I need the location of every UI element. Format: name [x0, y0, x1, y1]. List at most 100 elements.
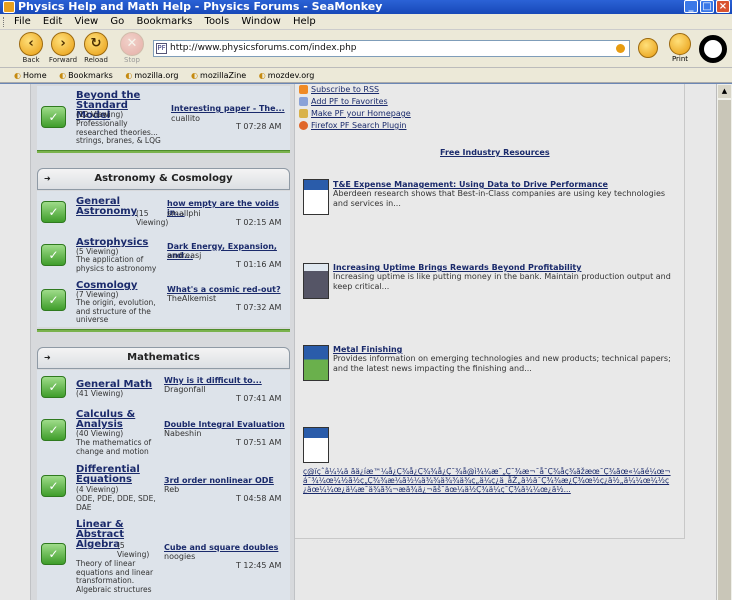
last-post-user[interactable]: cuallito — [171, 114, 200, 123]
resource-thumbnail[interactable] — [303, 427, 329, 463]
last-post-link[interactable]: What's a cosmic red-out? — [167, 285, 281, 294]
resource-title[interactable]: Metal Finishing — [333, 345, 402, 354]
last-post-link[interactable]: Interesting paper - The... — [171, 104, 285, 113]
last-post-link[interactable]: Cube and square doubles — [164, 543, 278, 552]
menu-tools[interactable]: Tools — [205, 16, 230, 27]
forum-row: ✓ Cosmology (7 Viewing) The origin, evol… — [37, 279, 290, 327]
last-post-user[interactable]: andreasj — [167, 251, 201, 260]
bookmark-mozillazine[interactable]: mozillaZine — [191, 71, 246, 80]
forum-viewing: (15 Viewing) — [136, 209, 169, 227]
resource-thumbnail[interactable] — [303, 179, 329, 215]
search-button[interactable] — [638, 38, 658, 58]
throbber-icon[interactable] — [699, 35, 727, 63]
resource-description: Increasing uptime is like putting money … — [333, 272, 671, 291]
collapse-toggle-icon[interactable]: ➜ — [44, 348, 51, 368]
forum-viewing: (5 Viewing) — [117, 541, 150, 559]
printer-icon — [669, 33, 691, 55]
close-button[interactable]: × — [716, 0, 730, 13]
print-button[interactable]: Print — [665, 33, 695, 63]
vertical-scrollbar[interactable]: ▲ — [716, 84, 732, 600]
garbled-resource-text[interactable]: ç@ïçˆâ¼¼ä ãä¿íæ™¼å¿Ç¾å¿Ç¾¾å¿Ç¯¾å@ì¾¼æ˜„Ç… — [303, 467, 675, 494]
forum-status-icon: ✓ — [41, 201, 66, 223]
last-post-user[interactable]: Nabeshin — [164, 429, 201, 438]
forum-row: ✓ Differential Equations (4 Viewing) ODE… — [37, 458, 290, 515]
window-titlebar: Physics Help and Math Help - Physics For… — [0, 0, 732, 14]
forum-description: The mathematics of change and motion — [76, 438, 152, 456]
forward-button[interactable]: › Forward — [47, 32, 79, 64]
make-homepage-label: Make PF your Homepage — [311, 109, 411, 118]
resource-thumbnail[interactable] — [303, 263, 329, 299]
last-post-user[interactable]: Dragonfall — [164, 385, 206, 394]
menu-bookmarks[interactable]: Bookmarks — [136, 16, 192, 27]
forum-description: The origin, evolution, and structure of … — [76, 298, 156, 324]
last-post-link[interactable]: Why is it difficult to... — [164, 376, 262, 385]
menu-file[interactable]: File — [14, 16, 31, 27]
reload-button[interactable]: ↻ Reload — [80, 32, 112, 64]
rss-link[interactable]: Subscribe to RSS — [299, 85, 379, 94]
forum-status-icon: ✓ — [41, 244, 66, 266]
last-post-user[interactable]: Reb — [164, 485, 179, 494]
section-title: Mathematics — [127, 352, 200, 363]
firefox-icon — [299, 121, 308, 130]
minimize-button[interactable]: _ — [684, 0, 698, 13]
toolbar-grip[interactable] — [3, 17, 7, 27]
collapse-toggle-icon[interactable]: ➜ — [44, 169, 51, 189]
last-post-user[interactable]: smallphi — [167, 209, 201, 218]
free-resources-heading[interactable]: Free Industry Resources — [440, 148, 550, 157]
menu-bar: File Edit View Go Bookmarks Tools Window… — [0, 14, 732, 30]
maximize-button[interactable]: □ — [700, 0, 714, 13]
resource-description: Provides information on emerging technol… — [333, 354, 671, 373]
forum-title[interactable]: General Astronomy — [76, 197, 137, 217]
menu-view[interactable]: View — [74, 16, 98, 27]
forum-status-icon: ✓ — [41, 543, 66, 565]
add-favorites-link[interactable]: Add PF to Favorites — [299, 97, 388, 106]
last-post-user[interactable]: TheAlkemist — [167, 294, 216, 303]
bookmark-mozdev-org[interactable]: mozdev.org — [259, 71, 315, 80]
search-plugin-link[interactable]: Firefox PF Search Plugin — [299, 121, 407, 130]
make-homepage-link[interactable]: Make PF your Homepage — [299, 109, 411, 118]
menu-window[interactable]: Window — [241, 16, 280, 27]
forum-title[interactable]: Differential Equations — [76, 465, 140, 485]
bookmark-bookmarks[interactable]: Bookmarks — [59, 71, 113, 80]
last-post-link[interactable]: 3rd order nonlinear ODE — [164, 476, 274, 485]
window-title: Physics Help and Math Help - Physics For… — [18, 0, 383, 13]
scrollbar-thumb[interactable] — [718, 100, 731, 600]
home-icon — [299, 109, 308, 118]
forum-description: Professionally researched theories... st… — [76, 119, 161, 145]
seamonkey-app-icon — [3, 1, 15, 13]
menu-help[interactable]: Help — [293, 16, 316, 27]
favorites-icon — [299, 97, 308, 106]
last-post-time: T 02:15 AM — [236, 218, 282, 227]
forum-status-icon: ✓ — [41, 475, 66, 497]
forward-arrow-icon: › — [51, 32, 75, 56]
last-post-link[interactable]: Double Integral Evaluation — [164, 420, 285, 429]
bookmark-home[interactable]: Home — [14, 71, 47, 80]
stop-button[interactable]: ✕ Stop — [116, 32, 148, 64]
rss-icon — [299, 85, 308, 94]
menu-go[interactable]: Go — [110, 16, 124, 27]
resource-title[interactable]: Increasing Uptime Brings Rewards Beyond … — [333, 263, 581, 272]
bookmarks-toolbar: Home Bookmarks mozilla.org mozillaZine m… — [0, 68, 732, 83]
go-icon[interactable] — [616, 44, 625, 53]
stop-label: Stop — [124, 56, 140, 64]
last-post-time: T 07:41 AM — [236, 394, 282, 403]
last-post-user[interactable]: noogies — [164, 552, 195, 561]
scroll-up-arrow-icon[interactable]: ▲ — [718, 85, 731, 98]
forum-title[interactable]: Calculus & Analysis — [76, 410, 140, 430]
url-text: http://www.physicsforums.com/index.php — [170, 43, 357, 53]
section-header-astronomy[interactable]: ➜ Astronomy & Cosmology — [37, 168, 290, 190]
url-bar[interactable]: PF http://www.physicsforums.com/index.ph… — [153, 40, 630, 57]
last-post-time: T 07:51 AM — [236, 438, 282, 447]
bookmark-mozilla-org[interactable]: mozilla.org — [125, 71, 178, 80]
section-header-mathematics[interactable]: ➜ Mathematics — [37, 347, 290, 369]
forum-status-icon: ✓ — [41, 289, 66, 311]
navigation-toolbar: ‹ Back › Forward ↻ Reload ✕ Stop PF http… — [0, 30, 732, 68]
resource-thumbnail[interactable] — [303, 345, 329, 381]
section-footer — [37, 150, 290, 153]
back-button[interactable]: ‹ Back — [15, 32, 47, 64]
forum-row: ✓ Calculus & Analysis (40 Viewing) The m… — [37, 403, 290, 458]
menu-edit[interactable]: Edit — [43, 16, 62, 27]
reload-label: Reload — [84, 56, 108, 64]
resource-title[interactable]: T&E Expense Management: Using Data to Dr… — [333, 180, 608, 189]
forum-description: Theory of linear equations and linear tr… — [76, 559, 154, 594]
